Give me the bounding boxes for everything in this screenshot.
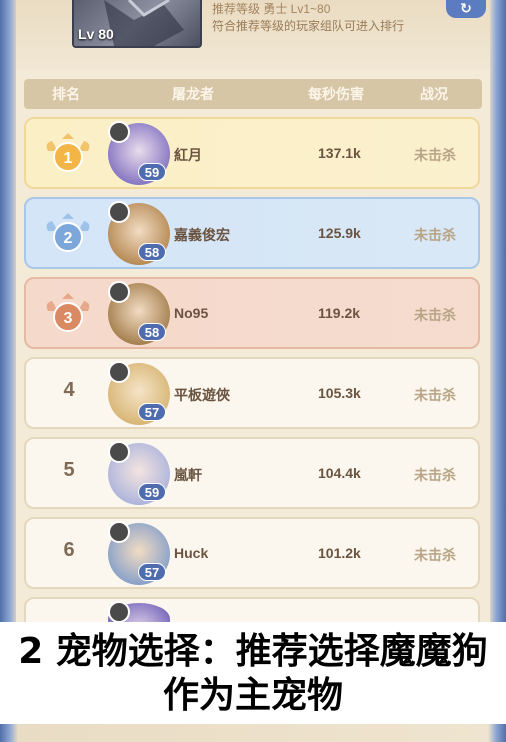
kill-status: 未击杀 — [414, 307, 456, 323]
caption-line-1: 2 宠物选择：推荐选择魔魔狗 — [18, 631, 488, 672]
pet-level-badge: 58 — [138, 323, 166, 341]
kill-status: 未击杀 — [414, 467, 456, 483]
col-dps: 每秒伤害 — [308, 86, 364, 102]
table-row[interactable]: 4 57 平板遊俠 105.3k 未击杀 — [24, 357, 480, 429]
recommend-description: 符合推荐等级的玩家组队可进入排行 — [212, 19, 405, 33]
player-name: 平板遊俠 — [174, 387, 230, 403]
table-row[interactable]: 3 58 No95 119.2k 未击杀 — [24, 277, 480, 349]
crosshair-icon — [108, 601, 130, 623]
table-row[interactable]: 1 59 紅月 137.1k 未击杀 — [24, 117, 480, 189]
dps-value: 104.4k — [318, 465, 361, 481]
table-row[interactable]: 2 58 嘉義俊宏 125.9k 未击杀 — [24, 197, 480, 269]
crosshair-icon — [108, 521, 130, 543]
dps-value: 125.9k — [318, 225, 361, 241]
player-name: 紅月 — [174, 147, 202, 163]
kill-status: 未击杀 — [414, 147, 456, 163]
pet-level-badge: 59 — [138, 163, 166, 181]
crosshair-icon — [108, 441, 130, 463]
dps-value: 137.1k — [318, 145, 361, 161]
crosshair-icon — [108, 361, 130, 383]
table-row[interactable]: 5 59 嵐軒 104.4k 未击杀 — [24, 437, 480, 509]
video-caption: 2 宠物选择：推荐选择魔魔狗 作为主宠物 — [0, 622, 506, 724]
player-name: No95 — [174, 305, 209, 321]
col-status: 战况 — [420, 86, 448, 102]
col-rank: 排名 — [52, 86, 80, 102]
gold-medal-icon: 1 — [46, 133, 90, 172]
dps-value: 105.3k — [318, 385, 361, 401]
recommend-level-text: 推荐等级 勇士 Lv1~80 — [212, 2, 331, 16]
crosshair-icon — [108, 201, 130, 223]
pet-level-badge: 57 — [138, 403, 166, 421]
bronze-medal-icon: 3 — [46, 293, 90, 332]
dps-value: 101.2k — [318, 545, 361, 561]
pet-level-badge: 59 — [138, 483, 166, 501]
kill-status: 未击杀 — [414, 227, 456, 243]
refresh-icon: ↻ — [460, 0, 472, 16]
rank-number: 4 — [63, 379, 75, 401]
refresh-button[interactable]: ↻ — [446, 0, 486, 18]
pet-level-badge: 57 — [138, 563, 166, 581]
bottom-frame — [0, 724, 506, 742]
table-row[interactable]: 6 57 Huck 101.2k 未击杀 — [24, 517, 480, 589]
pet-level-badge: 58 — [138, 243, 166, 261]
crosshair-icon — [108, 281, 130, 303]
column-header: 排名 屠龙者 每秒伤害 战况 — [24, 79, 482, 109]
silver-medal-icon: 2 — [46, 213, 90, 252]
rank-number: 3 — [64, 310, 73, 327]
crosshair-icon — [108, 121, 130, 143]
kill-status: 未击杀 — [414, 387, 456, 403]
caption-line-2: 作为主宠物 — [162, 675, 343, 716]
rank-number: 2 — [64, 230, 73, 247]
player-name: 嵐軒 — [174, 467, 202, 483]
col-player: 屠龙者 — [172, 86, 214, 102]
dps-value: 119.2k — [318, 305, 361, 321]
rank-number: 5 — [63, 459, 75, 481]
player-name: 嘉義俊宏 — [174, 227, 230, 243]
kill-status: 未击杀 — [414, 547, 456, 563]
level-badge: Lv 80 — [78, 26, 114, 42]
rank-number: 6 — [63, 539, 75, 561]
rank-number: 1 — [64, 150, 73, 167]
player-name: Huck — [174, 545, 209, 561]
